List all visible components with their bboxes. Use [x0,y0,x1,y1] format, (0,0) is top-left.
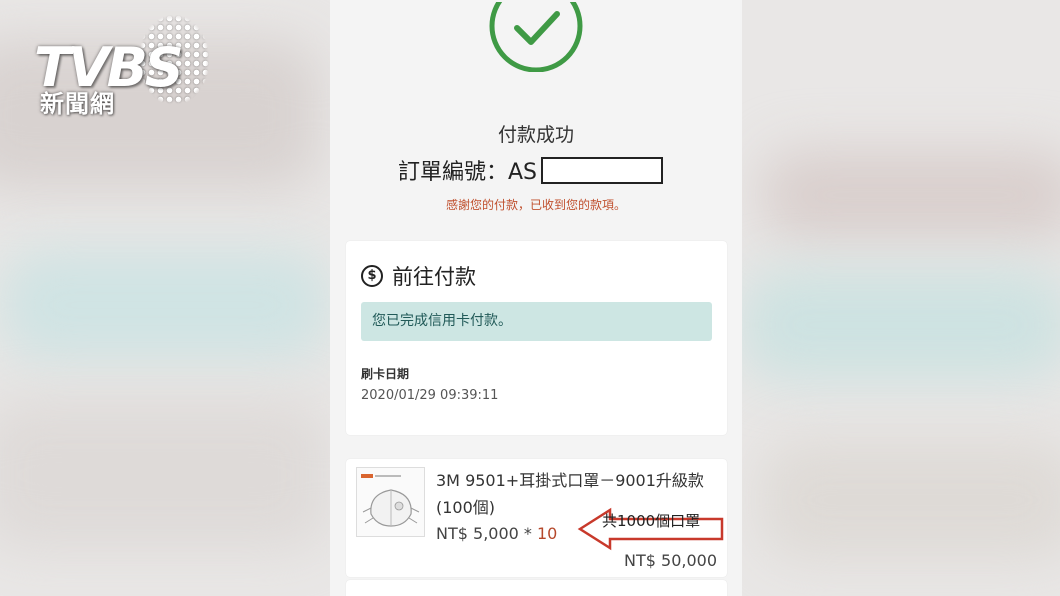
thanks-message: 感謝您的付款，已收到您的款項。 [445,198,626,212]
background-blur [760,150,1060,240]
unit-price-label: NT$ 5,000 * [436,524,537,543]
card-date-label: 刷卡日期 [361,367,410,381]
dollar-circle-icon: $ [361,265,383,287]
item-quantity: 10 [536,524,558,543]
background-blur [760,440,1060,560]
unit-price: NT$ 5,000 * 10 [436,524,557,543]
tvbs-logo: TVBS 新聞網 [28,14,218,118]
payment-status-title: 付款成功 [497,124,574,146]
redacted-box [541,156,664,184]
next-card [346,580,727,596]
product-thumbnail[interactable] [356,467,425,537]
order-number-label: 訂單編號：AS [398,160,538,185]
payment-heading: $ 前往付款 [361,261,476,291]
item-subtotal: NT$ 50,000 [624,551,717,570]
card-date-value: 2020/01/29 09:39:11 [361,388,499,403]
payment-complete-notice: 您已完成信用卡付款。 [361,302,712,341]
phone-screen: 付款成功 訂單編號：AS 感謝您的付款，已收到您的款項。 $ 前往付款 您已完成… [330,0,742,596]
annotation-label: 共1000個口罩 [602,512,701,530]
payment-heading-label: 前往付款 [392,265,476,289]
background-blur [740,270,1060,380]
mask-product-icon [361,474,420,527]
order-number: 訂單編號：AS [398,155,664,185]
background-blur [0,400,330,550]
logo-subtitle: 新聞網 [40,90,115,118]
order-item-card: 3M 9501+耳掛式口罩－9001升級款(100個) NT$ 5,000 * … [346,459,727,577]
payment-card: $ 前往付款 您已完成信用卡付款。 刷卡日期 2020/01/29 09:39:… [346,241,727,435]
success-check-icon [489,2,583,72]
background-blur [0,250,330,360]
